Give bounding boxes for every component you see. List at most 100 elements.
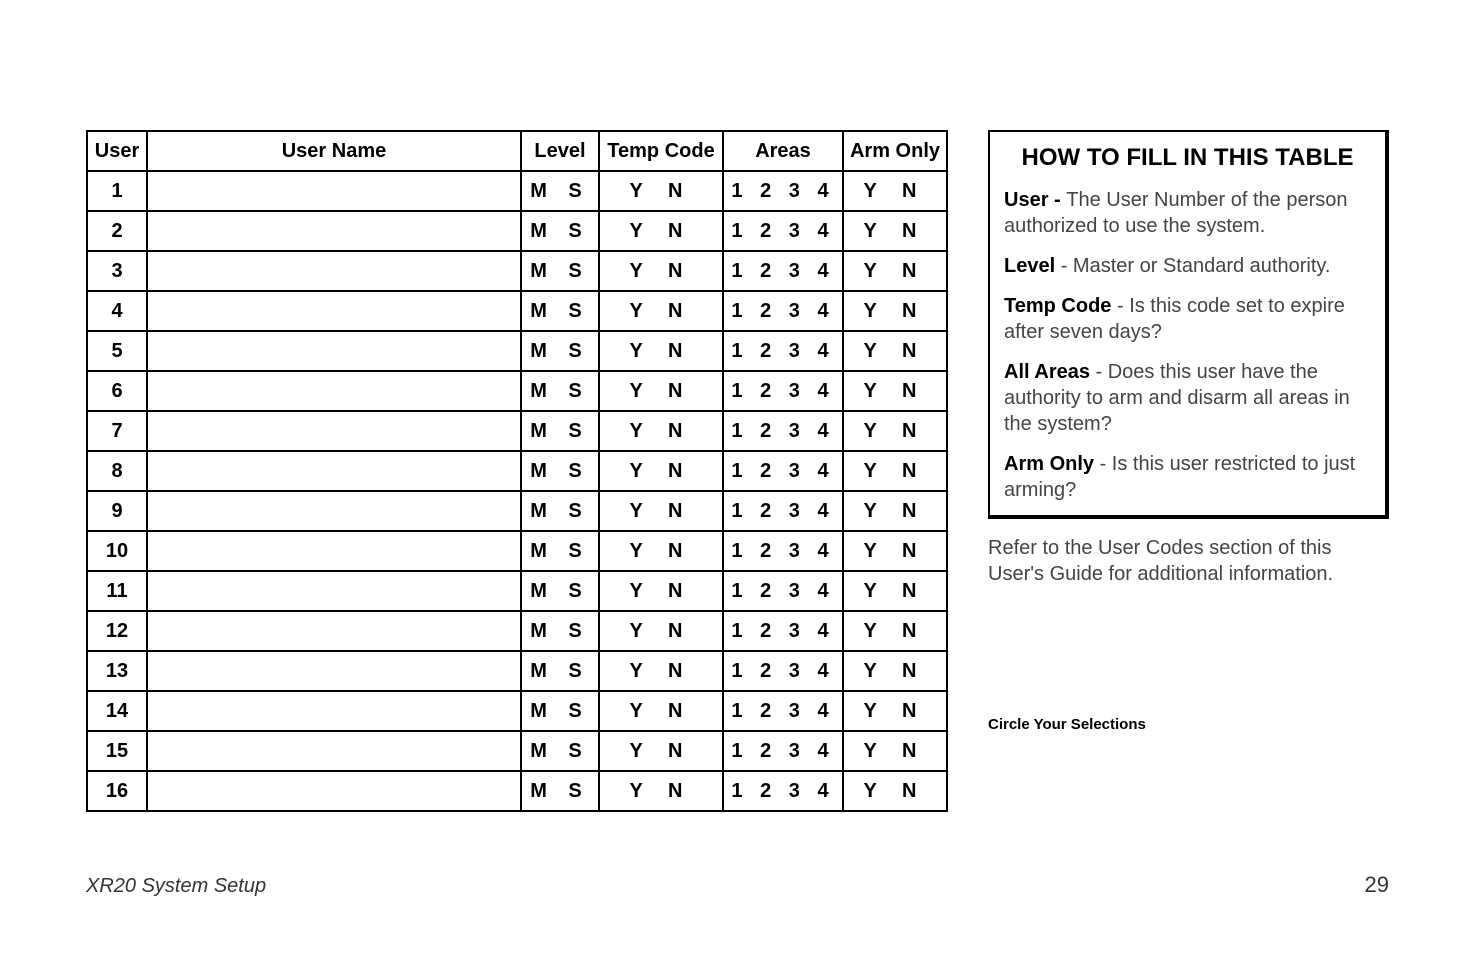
cell-areas[interactable]: 1 2 3 4	[723, 651, 843, 691]
cell-level[interactable]: M S	[521, 331, 599, 371]
cell-user-number: 16	[87, 771, 147, 811]
table-row: 13M SY N1 2 3 4Y N	[87, 651, 947, 691]
cell-user-number: 7	[87, 411, 147, 451]
cell-areas[interactable]: 1 2 3 4	[723, 411, 843, 451]
table-row: 4M SY N1 2 3 4Y N	[87, 291, 947, 331]
cell-level[interactable]: M S	[521, 731, 599, 771]
cell-temp-code[interactable]: Y N	[599, 691, 723, 731]
cell-level[interactable]: M S	[521, 691, 599, 731]
cell-arm-only[interactable]: Y N	[843, 571, 947, 611]
cell-areas[interactable]: 1 2 3 4	[723, 171, 843, 211]
cell-level[interactable]: M S	[521, 171, 599, 211]
cell-user-name[interactable]	[147, 211, 521, 251]
cell-areas[interactable]: 1 2 3 4	[723, 211, 843, 251]
cell-level[interactable]: M S	[521, 411, 599, 451]
cell-user-name[interactable]	[147, 651, 521, 691]
cell-user-name[interactable]	[147, 451, 521, 491]
cell-areas[interactable]: 1 2 3 4	[723, 611, 843, 651]
cell-arm-only[interactable]: Y N	[843, 731, 947, 771]
howto-user: User - The User Number of the person aut…	[1004, 187, 1371, 239]
cell-temp-code[interactable]: Y N	[599, 291, 723, 331]
cell-level[interactable]: M S	[521, 451, 599, 491]
footer-page-number: 29	[1365, 872, 1389, 898]
cell-arm-only[interactable]: Y N	[843, 371, 947, 411]
cell-user-name[interactable]	[147, 411, 521, 451]
table-row: 16M SY N1 2 3 4Y N	[87, 771, 947, 811]
cell-areas[interactable]: 1 2 3 4	[723, 531, 843, 571]
cell-temp-code[interactable]: Y N	[599, 171, 723, 211]
cell-user-name[interactable]	[147, 531, 521, 571]
cell-arm-only[interactable]: Y N	[843, 211, 947, 251]
cell-user-name[interactable]	[147, 731, 521, 771]
cell-temp-code[interactable]: Y N	[599, 331, 723, 371]
header-armonly: Arm Only	[843, 131, 947, 171]
cell-areas[interactable]: 1 2 3 4	[723, 331, 843, 371]
cell-user-name[interactable]	[147, 611, 521, 651]
cell-areas[interactable]: 1 2 3 4	[723, 451, 843, 491]
cell-level[interactable]: M S	[521, 371, 599, 411]
cell-level[interactable]: M S	[521, 211, 599, 251]
cell-user-name[interactable]	[147, 491, 521, 531]
cell-level[interactable]: M S	[521, 571, 599, 611]
cell-level[interactable]: M S	[521, 531, 599, 571]
cell-user-name[interactable]	[147, 371, 521, 411]
cell-user-name[interactable]	[147, 171, 521, 211]
cell-temp-code[interactable]: Y N	[599, 451, 723, 491]
cell-arm-only[interactable]: Y N	[843, 251, 947, 291]
cell-arm-only[interactable]: Y N	[843, 491, 947, 531]
cell-arm-only[interactable]: Y N	[843, 691, 947, 731]
cell-arm-only[interactable]: Y N	[843, 651, 947, 691]
cell-areas[interactable]: 1 2 3 4	[723, 731, 843, 771]
cell-temp-code[interactable]: Y N	[599, 411, 723, 451]
table-row: 9M SY N1 2 3 4Y N	[87, 491, 947, 531]
cell-arm-only[interactable]: Y N	[843, 331, 947, 371]
cell-user-number: 12	[87, 611, 147, 651]
cell-areas[interactable]: 1 2 3 4	[723, 371, 843, 411]
cell-arm-only[interactable]: Y N	[843, 531, 947, 571]
cell-level[interactable]: M S	[521, 771, 599, 811]
cell-areas[interactable]: 1 2 3 4	[723, 251, 843, 291]
cell-user-name[interactable]	[147, 331, 521, 371]
cell-arm-only[interactable]: Y N	[843, 171, 947, 211]
header-temp: Temp Code	[599, 131, 723, 171]
cell-user-name[interactable]	[147, 291, 521, 331]
howto-level: Level - Master or Standard authority.	[1004, 253, 1371, 279]
cell-areas[interactable]: 1 2 3 4	[723, 771, 843, 811]
cell-user-name[interactable]	[147, 251, 521, 291]
cell-arm-only[interactable]: Y N	[843, 451, 947, 491]
cell-user-name[interactable]	[147, 571, 521, 611]
cell-temp-code[interactable]: Y N	[599, 771, 723, 811]
table-row: 5M SY N1 2 3 4Y N	[87, 331, 947, 371]
cell-level[interactable]: M S	[521, 611, 599, 651]
cell-temp-code[interactable]: Y N	[599, 571, 723, 611]
cell-temp-code[interactable]: Y N	[599, 251, 723, 291]
header-level: Level	[521, 131, 599, 171]
cell-temp-code[interactable]: Y N	[599, 531, 723, 571]
cell-arm-only[interactable]: Y N	[843, 291, 947, 331]
cell-temp-code[interactable]: Y N	[599, 731, 723, 771]
header-user: User	[87, 131, 147, 171]
cell-areas[interactable]: 1 2 3 4	[723, 571, 843, 611]
cell-areas[interactable]: 1 2 3 4	[723, 291, 843, 331]
cell-temp-code[interactable]: Y N	[599, 611, 723, 651]
cell-arm-only[interactable]: Y N	[843, 611, 947, 651]
cell-level[interactable]: M S	[521, 491, 599, 531]
cell-temp-code[interactable]: Y N	[599, 371, 723, 411]
table-row: 8M SY N1 2 3 4Y N	[87, 451, 947, 491]
page-footer: XR20 System Setup 29	[86, 872, 1389, 898]
cell-user-name[interactable]	[147, 691, 521, 731]
cell-temp-code[interactable]: Y N	[599, 491, 723, 531]
cell-areas[interactable]: 1 2 3 4	[723, 491, 843, 531]
cell-level[interactable]: M S	[521, 291, 599, 331]
cell-level[interactable]: M S	[521, 651, 599, 691]
cell-level[interactable]: M S	[521, 251, 599, 291]
cell-areas[interactable]: 1 2 3 4	[723, 691, 843, 731]
cell-arm-only[interactable]: Y N	[843, 411, 947, 451]
cell-arm-only[interactable]: Y N	[843, 771, 947, 811]
cell-user-name[interactable]	[147, 771, 521, 811]
cell-temp-code[interactable]: Y N	[599, 651, 723, 691]
howto-box: HOW TO FILL IN THIS TABLE User - The Use…	[988, 130, 1389, 519]
circle-selections-note: Circle Your Selections	[988, 715, 1389, 735]
cell-user-number: 15	[87, 731, 147, 771]
cell-temp-code[interactable]: Y N	[599, 211, 723, 251]
